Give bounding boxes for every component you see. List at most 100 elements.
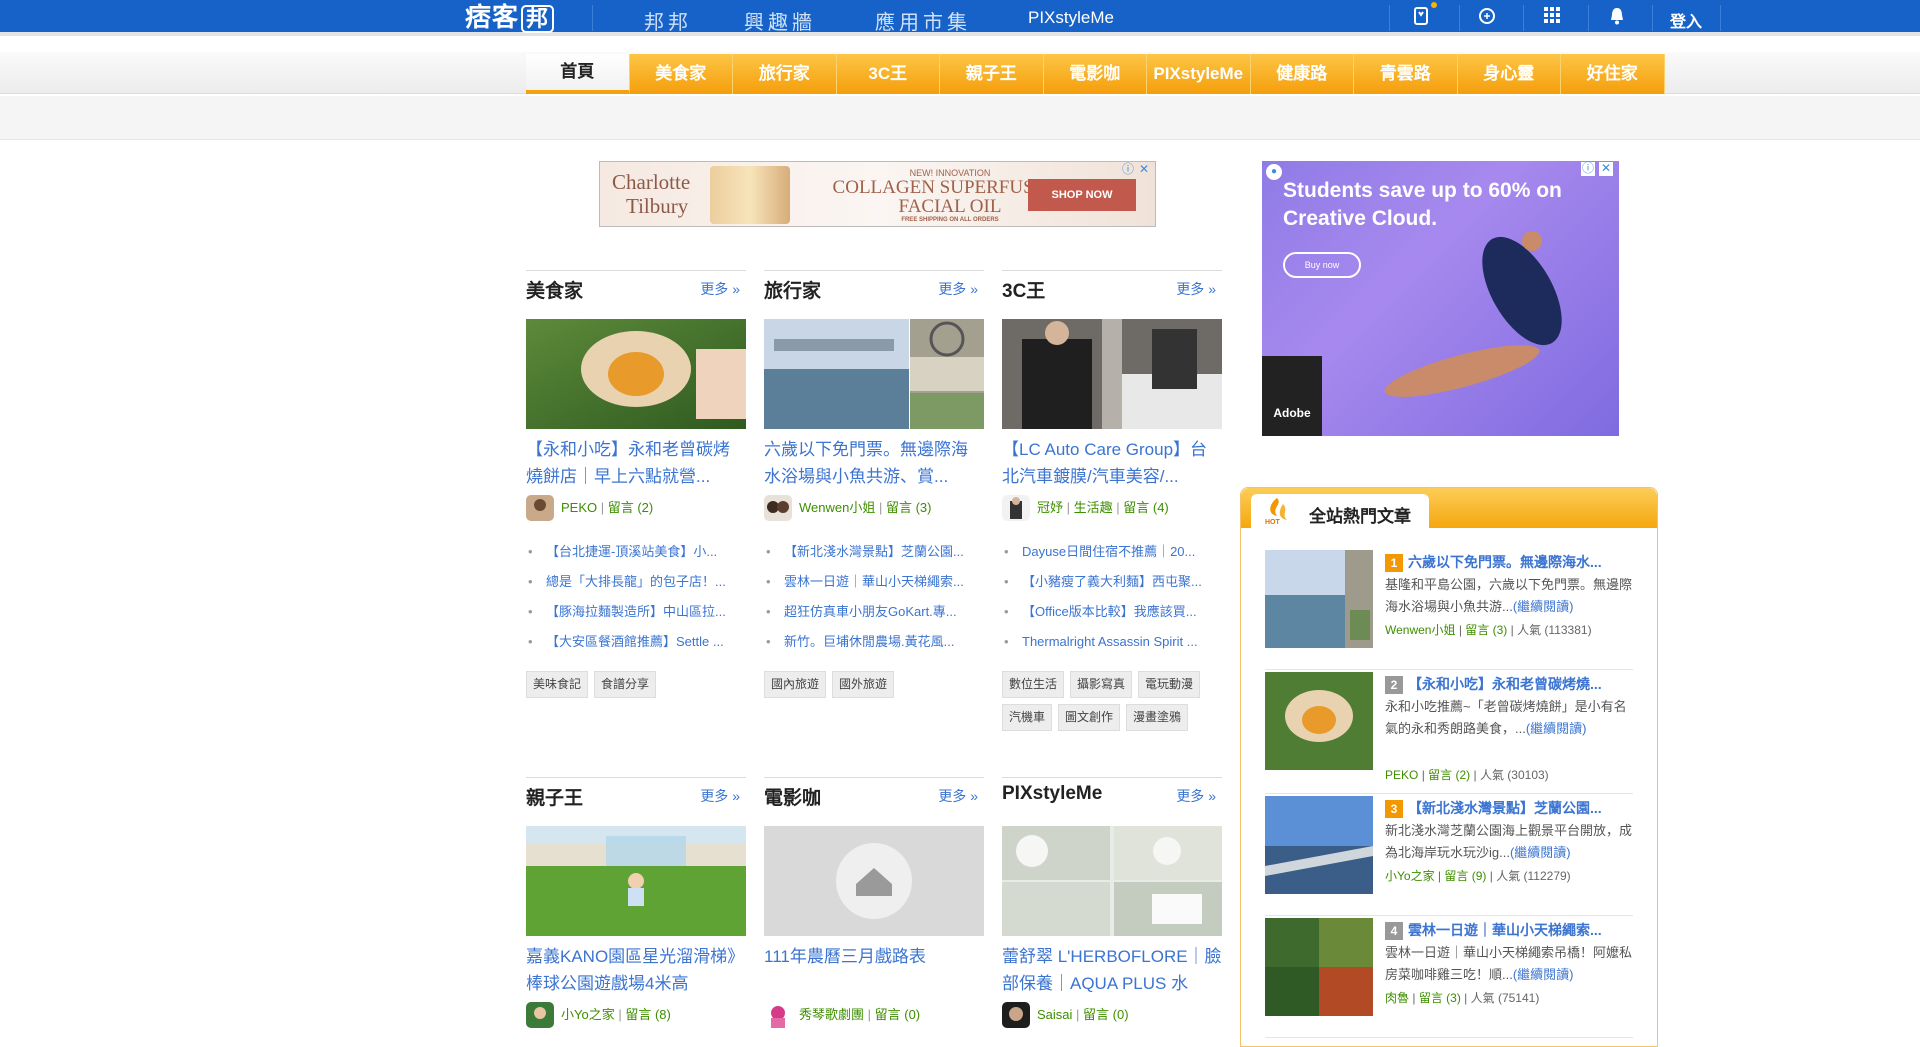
article-headline[interactable]: 【LC Auto Care Group】台北汽車鍍膜/汽車美容/... <box>1002 436 1222 490</box>
tag[interactable]: 國內旅遊 <box>764 671 827 698</box>
read-more-link[interactable]: (繼續閱讀) <box>1513 967 1574 982</box>
list-item[interactable]: 【大安區餐酒館推薦】Settle ... <box>526 627 746 657</box>
article-thumbnail[interactable] <box>526 826 746 936</box>
more-link[interactable]: 更多 » <box>938 279 978 299</box>
author-name[interactable]: 冠妤 <box>1037 500 1063 515</box>
apps-grid-icon[interactable] <box>1540 6 1564 30</box>
login-link[interactable]: 登入 <box>1670 8 1702 32</box>
hot-article-thumbnail[interactable] <box>1265 550 1373 648</box>
hot-article-title[interactable]: 六歲以下免門票。無邊際海水... <box>1408 552 1638 572</box>
author-name[interactable]: Wenwen小姐 <box>1385 623 1455 637</box>
hot-article-item[interactable]: 1 六歲以下免門票。無邊際海水... 基隆和平島公園，六歲以下免門票。無邊際海水… <box>1265 550 1633 670</box>
hot-article-item[interactable]: 3 【新北淺水灣景點】芝蘭公園... 新北淺水灣芝蘭公園海上觀景平台開放，成為北… <box>1265 796 1633 916</box>
tag[interactable]: 圖文創作 <box>1058 704 1121 731</box>
comment-count[interactable]: 留言 (9) <box>1444 869 1486 883</box>
search-icon[interactable] <box>1475 6 1499 30</box>
nav-home[interactable]: 首頁 <box>526 54 630 94</box>
list-item[interactable]: Thermalright Assassin Spirit ... <box>1002 627 1222 657</box>
toplink-bangbang[interactable]: 邦邦 <box>644 6 692 35</box>
list-item[interactable]: 新竹。巨埔休閒農場.黃花風... <box>764 627 984 657</box>
nav-movie[interactable]: 電影咖 <box>1043 54 1147 94</box>
nav-parenting[interactable]: 親子王 <box>940 54 1044 94</box>
author-name[interactable]: PEKO <box>561 500 597 515</box>
tag[interactable]: 食譜分享 <box>594 671 657 698</box>
article-thumbnail[interactable] <box>764 319 984 429</box>
list-item[interactable]: 【新北淺水灣景點】芝蘭公園... <box>764 537 984 567</box>
tag[interactable]: 漫畫塗鴉 <box>1126 704 1189 731</box>
ad-info-icon[interactable]: ⓘ <box>1581 162 1595 176</box>
ad-close-icon[interactable]: ✕ <box>1599 162 1613 176</box>
author-category[interactable]: 生活趣 <box>1074 500 1113 515</box>
comment-count[interactable]: 留言 (3) <box>886 500 932 515</box>
ad-choice-icon[interactable]: ● <box>1266 164 1282 180</box>
avatar[interactable] <box>526 1002 554 1028</box>
nav-health[interactable]: 健康路 <box>1250 54 1354 94</box>
more-link[interactable]: 更多 » <box>1176 786 1216 806</box>
more-link[interactable]: 更多 » <box>700 279 740 299</box>
tag[interactable]: 國外旅遊 <box>832 671 895 698</box>
comment-count[interactable]: 留言 (4) <box>1123 500 1169 515</box>
comment-count[interactable]: 留言 (8) <box>625 1007 671 1022</box>
article-thumbnail[interactable] <box>1002 319 1222 429</box>
toplink-pixstyleme[interactable]: PIXstyleMe <box>1028 8 1114 28</box>
comment-count[interactable]: 留言 (0) <box>1083 1007 1129 1022</box>
ad-info-icon[interactable]: ⓘ <box>1121 163 1135 177</box>
author-name[interactable]: Wenwen小姐 <box>799 500 875 515</box>
hot-article-thumbnail[interactable] <box>1265 672 1373 770</box>
article-headline[interactable]: 【永和小吃】永和老曾碳烤燒餅店｜早上六點就營... <box>526 436 746 490</box>
hot-article-thumbnail[interactable] <box>1265 796 1373 894</box>
ad-buy-button[interactable]: Buy now <box>1283 252 1361 278</box>
ad-close-icon[interactable]: ✕ <box>1137 163 1151 177</box>
side-ad[interactable]: Students save up to 60% on Creative Clou… <box>1262 161 1619 436</box>
list-item[interactable]: 超狂仿真車小朋友GoKart.專... <box>764 597 984 627</box>
comment-count[interactable]: 留言 (2) <box>1428 768 1470 782</box>
avatar[interactable] <box>526 495 554 521</box>
nav-pixstyleme[interactable]: PIXstyleMe <box>1147 54 1251 94</box>
nav-career[interactable]: 青雲路 <box>1354 54 1458 94</box>
avatar[interactable] <box>764 495 792 521</box>
toplink-app-market[interactable]: 應用市集 <box>875 6 971 35</box>
comment-count[interactable]: 留言 (3) <box>1465 623 1507 637</box>
tag[interactable]: 數位生活 <box>1002 671 1065 698</box>
nav-3c[interactable]: 3C王 <box>836 54 940 94</box>
more-link[interactable]: 更多 » <box>700 786 740 806</box>
author-name[interactable]: 秀琴歌劇團 <box>799 1007 864 1022</box>
list-item[interactable]: 【台北捷運-頂溪站美食】小... <box>526 537 746 567</box>
list-item[interactable]: 【Office版本比較】我應該買... <box>1002 597 1222 627</box>
nav-mind[interactable]: 身心靈 <box>1457 54 1561 94</box>
tag[interactable]: 美味食記 <box>526 671 589 698</box>
list-item[interactable]: 【豚海拉麵製造所】中山區拉... <box>526 597 746 627</box>
ad-shop-button[interactable]: SHOP NOW <box>1028 179 1136 211</box>
tag[interactable]: 攝影寫真 <box>1070 671 1133 698</box>
more-link[interactable]: 更多 » <box>938 786 978 806</box>
article-thumbnail[interactable] <box>1002 826 1222 936</box>
hot-article-item[interactable]: 2 【永和小吃】永和老曾碳烤燒... 永和小吃推薦~「老曾碳烤燒餅」是小有名氣的… <box>1265 672 1633 794</box>
list-item[interactable]: 【小豬瘦了義大利麵】西屯聚... <box>1002 567 1222 597</box>
author-name[interactable]: Saisai <box>1037 1007 1072 1022</box>
list-item[interactable]: 總是「大排長龍」的包子店！... <box>526 567 746 597</box>
bell-icon[interactable] <box>1605 6 1629 30</box>
tag[interactable]: 汽機車 <box>1002 704 1053 731</box>
more-link[interactable]: 更多 » <box>1176 279 1216 299</box>
pixnet-logo[interactable]: 痞客邦 <box>465 2 557 34</box>
hot-article-title[interactable]: 【新北淺水灣景點】芝蘭公園... <box>1408 798 1638 818</box>
author-name[interactable]: 小Yo之家 <box>561 1007 615 1022</box>
tag[interactable]: 電玩動漫 <box>1138 671 1201 698</box>
read-more-link[interactable]: (繼續閱讀) <box>1526 721 1587 736</box>
nav-travel[interactable]: 旅行家 <box>733 54 837 94</box>
article-thumbnail-placeholder[interactable] <box>764 826 984 936</box>
author-name[interactable]: 小Yo之家 <box>1385 869 1435 883</box>
comment-count[interactable]: 留言 (2) <box>608 500 654 515</box>
bookmark-icon[interactable] <box>1409 2 1437 30</box>
author-name[interactable]: PEKO <box>1385 768 1418 782</box>
list-item[interactable]: Dayuse日間住宿不推薦｜20... <box>1002 537 1222 567</box>
hot-article-item[interactable]: 4 雲林一日遊｜華山小天梯繩索... 雲林一日遊｜華山小天梯繩索吊橋！阿嬤私房菜… <box>1265 918 1633 1038</box>
author-name[interactable]: 肉魯 <box>1385 991 1409 1005</box>
avatar[interactable] <box>764 1002 792 1028</box>
comment-count[interactable]: 留言 (0) <box>875 1007 921 1022</box>
nav-home-living[interactable]: 好住家 <box>1561 54 1665 94</box>
hot-article-thumbnail[interactable] <box>1265 918 1373 1016</box>
avatar[interactable] <box>1002 495 1030 521</box>
nav-food[interactable]: 美食家 <box>629 54 733 94</box>
hot-article-title[interactable]: 雲林一日遊｜華山小天梯繩索... <box>1408 920 1638 940</box>
